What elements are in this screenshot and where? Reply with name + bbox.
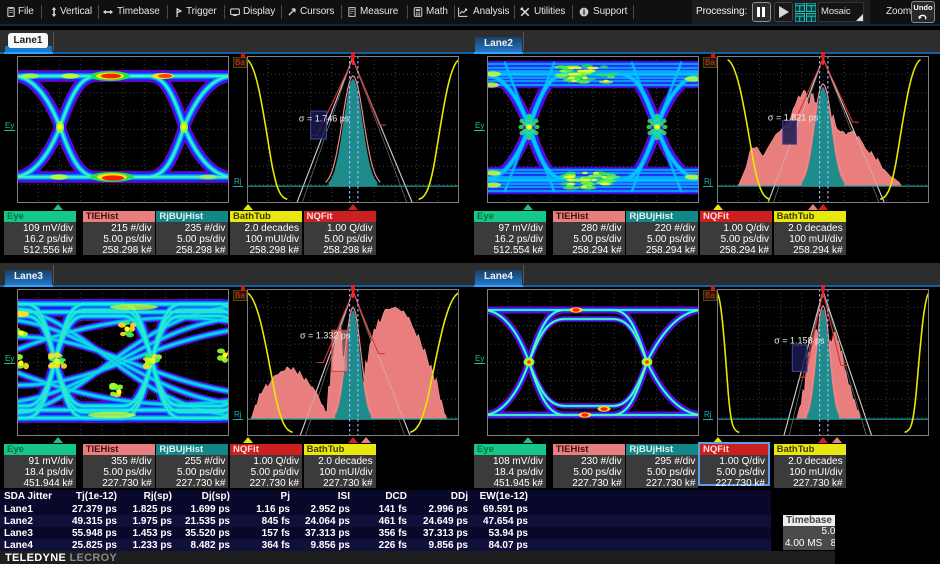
svg-text:σ = 1.746 ps: σ = 1.746 ps bbox=[299, 114, 350, 124]
svg-text:σ = 1.158 ps: σ = 1.158 ps bbox=[774, 336, 825, 346]
svg-text:σ = 1.821 ps: σ = 1.821 ps bbox=[768, 112, 819, 122]
svg-text:σ = 1.332 ps: σ = 1.332 ps bbox=[300, 331, 351, 341]
